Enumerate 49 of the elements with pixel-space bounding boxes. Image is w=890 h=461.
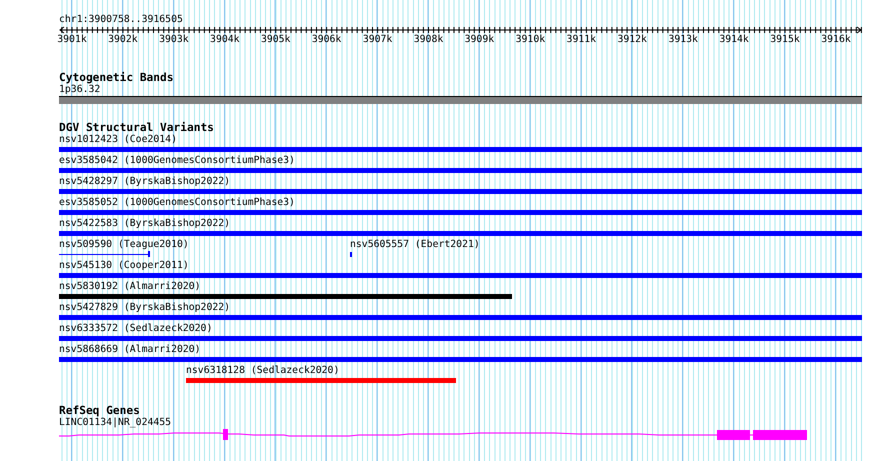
tick-label: 3907k xyxy=(362,34,392,45)
variant-bar[interactable] xyxy=(59,210,862,215)
tick-label: 3910k xyxy=(516,34,546,45)
variant-bar[interactable] xyxy=(59,357,862,362)
variant-bar[interactable] xyxy=(59,315,862,320)
variant-label[interactable]: nsv6333572 (Sedlazeck2020) xyxy=(59,323,212,334)
variant-bar[interactable] xyxy=(59,294,512,299)
variant-label[interactable]: nsv5422583 (ByrskaBishop2022) xyxy=(59,218,230,229)
tick-label: 3902k xyxy=(108,34,138,45)
tick-label: 3914k xyxy=(719,34,749,45)
variant-bar[interactable] xyxy=(186,378,456,383)
variant-label[interactable]: nsv5427829 (ByrskaBishop2022) xyxy=(59,302,230,313)
gene-label[interactable]: LINC01134|NR_024455 xyxy=(59,417,172,428)
variant-label[interactable]: nsv6318128 (Sedlazeck2020) xyxy=(186,365,340,376)
variant-label[interactable]: nsv5428297 (ByrskaBishop2022) xyxy=(59,176,230,187)
tick-label: 3913k xyxy=(668,34,698,45)
variant-label[interactable]: nsv5830192 (Almarri2020) xyxy=(59,281,201,292)
band-label: 1p36.32 xyxy=(59,84,100,95)
variant-bar[interactable] xyxy=(59,147,862,152)
tick-label: 3916k xyxy=(821,34,851,45)
tick-label: 3901k xyxy=(57,34,87,45)
variant-bar[interactable] xyxy=(59,189,862,194)
variant-tick[interactable] xyxy=(350,252,352,257)
tick-label: 3909k xyxy=(464,34,494,45)
track-title: Cytogenetic Bands xyxy=(59,72,174,84)
tick-label: 3905k xyxy=(260,34,290,45)
variant-span[interactable] xyxy=(59,251,150,257)
variant-label[interactable]: nsv545130 (Cooper2011) xyxy=(59,260,189,271)
tick-label: 3908k xyxy=(414,34,444,45)
track-title: DGV Structural Variants xyxy=(59,122,214,134)
variant-bar[interactable] xyxy=(59,231,862,236)
variant-bar[interactable] xyxy=(59,273,862,278)
variant-label[interactable]: nsv5605557 (Ebert2021) xyxy=(350,239,480,250)
variant-label[interactable]: esv3585042 (1000GenomesConsortiumPhase3) xyxy=(59,155,295,166)
location-label: chr1:3900758..3916505 xyxy=(59,14,183,25)
variant-label[interactable]: nsv509590 (Teague2010) xyxy=(59,239,189,250)
variant-bar[interactable] xyxy=(59,336,862,341)
variant-bar[interactable] xyxy=(59,168,862,173)
tick-label: 3911k xyxy=(566,34,596,45)
tick-label: 3912k xyxy=(617,34,647,45)
tick-label: 3903k xyxy=(159,34,189,45)
tick-label: 3904k xyxy=(210,34,240,45)
track-title: RefSeq Genes xyxy=(59,405,140,417)
variant-label[interactable]: esv3585052 (1000GenomesConsortiumPhase3) xyxy=(59,197,295,208)
gene-model-drawing[interactable] xyxy=(59,429,807,440)
tick-label: 3906k xyxy=(312,34,342,45)
tick-label: 3915k xyxy=(770,34,800,45)
variant-label[interactable]: nsv5868669 (Almarri2020) xyxy=(59,344,201,355)
variant-label[interactable]: nsv1012423 (Coe2014) xyxy=(59,134,177,145)
